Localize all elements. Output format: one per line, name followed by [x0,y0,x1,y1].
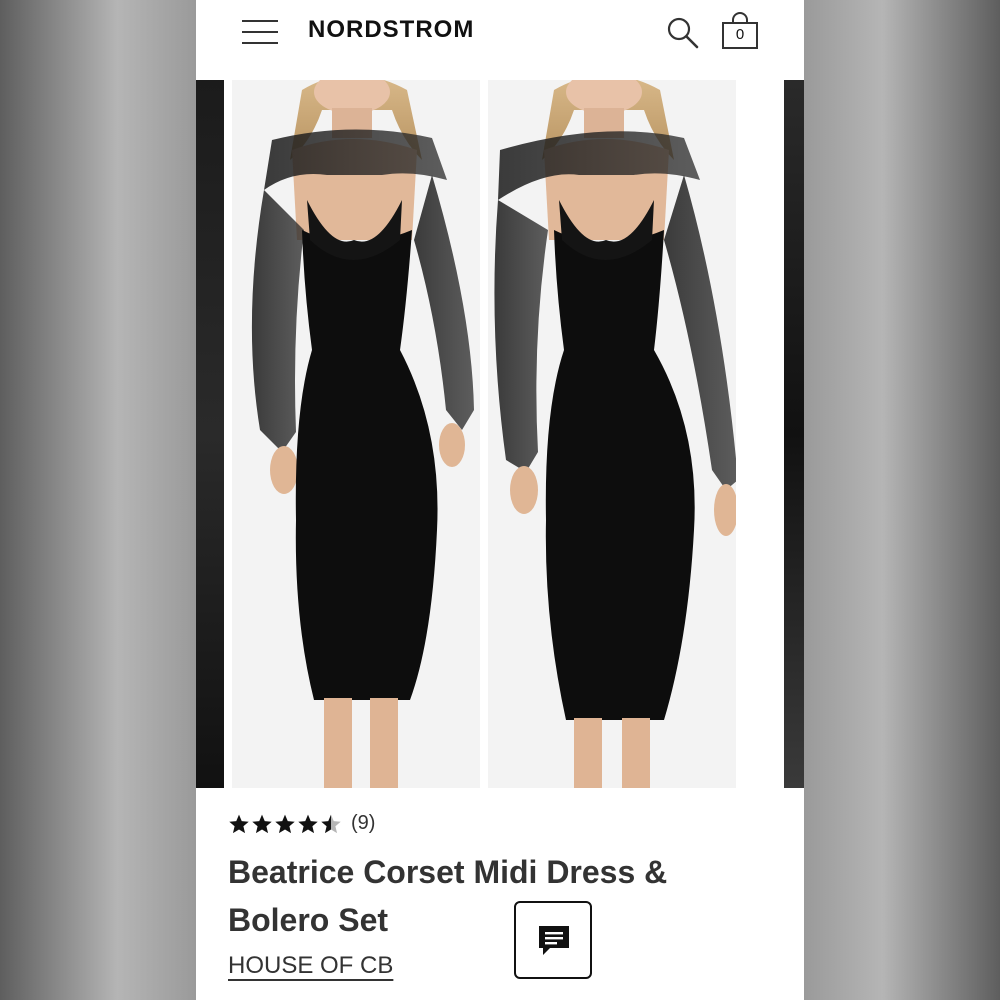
hamburger-menu-icon[interactable] [242,18,278,46]
bag-count: 0 [735,26,745,43]
background-blur-left [0,0,196,1000]
background-blur-right [804,0,1000,1000]
star-filled-icon [252,814,272,833]
next-image-peek[interactable] [784,80,804,788]
star-filled-icon [298,814,318,833]
search-icon[interactable] [666,16,700,50]
star-filled-icon [275,814,295,833]
shopping-bag-icon[interactable]: 0 [720,12,760,50]
star-filled-icon [229,814,249,833]
product-image-1[interactable] [232,80,480,788]
review-count[interactable]: (9) [351,812,375,835]
product-image-2[interactable] [488,80,736,788]
star-half-icon [321,814,341,833]
brand-logo[interactable]: NORDSTROM [308,16,474,44]
product-title: Beatrice Corset Midi Dress & Bolero Set [228,854,668,938]
product-image-carousel[interactable] [196,80,804,788]
phone-screen: NORDSTROM 0 (9) Beatrice Corset Midi Dre… [196,0,804,1000]
product-info: (9) Beatrice Corset Midi Dress & Bolero … [196,788,804,1000]
previous-image-peek[interactable] [196,80,224,788]
top-nav: NORDSTROM 0 [196,0,804,80]
brand-link[interactable]: HOUSE OF CB [228,952,393,980]
chat-icon [539,926,569,955]
chat-button[interactable] [514,901,592,979]
rating-stars[interactable]: (9) [228,812,375,835]
